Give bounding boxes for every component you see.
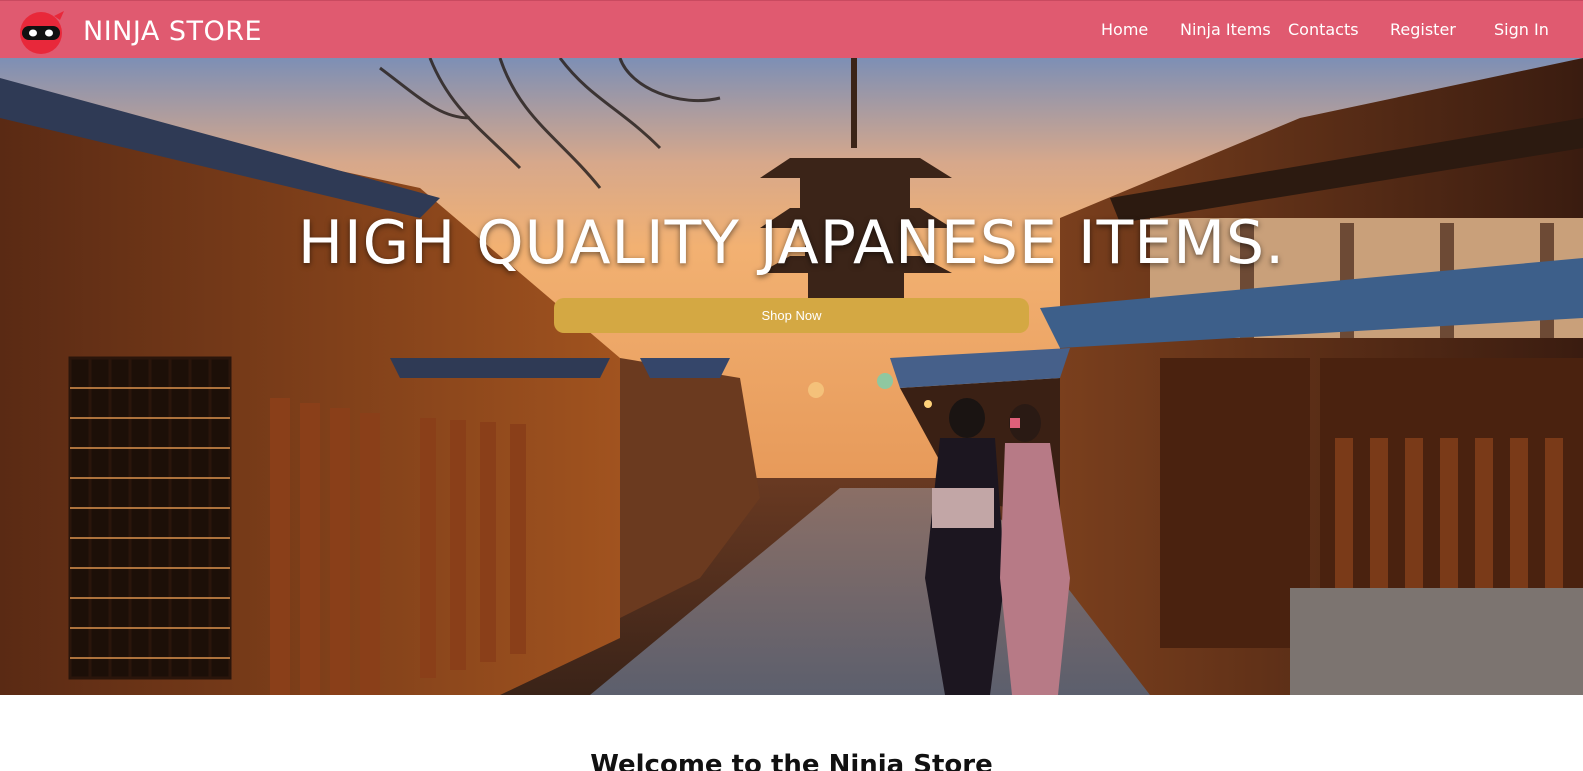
top-navbar: NINJA STORE Home Ninja Items Contacts Re… [0, 0, 1583, 58]
ninja-mask-icon [18, 8, 64, 54]
nav-home[interactable]: Home [1101, 20, 1148, 39]
hero-title: HIGH QUALITY JAPANESE ITEMS. [297, 208, 1286, 278]
brand-name: NINJA STORE [83, 15, 263, 47]
hero-banner: HIGH QUALITY JAPANESE ITEMS. Shop Now [0, 58, 1583, 695]
nav-register[interactable]: Register [1390, 20, 1456, 39]
welcome-heading: Welcome to the Ninja Store [590, 750, 993, 771]
nav-ninja-items[interactable]: Ninja Items [1180, 20, 1271, 39]
nav-contacts[interactable]: Contacts [1288, 20, 1359, 39]
nav-sign-in[interactable]: Sign In [1494, 20, 1549, 39]
shop-now-button[interactable]: Shop Now [554, 298, 1029, 333]
hero-background-image [0, 58, 1583, 695]
brand[interactable]: NINJA STORE [18, 8, 262, 54]
